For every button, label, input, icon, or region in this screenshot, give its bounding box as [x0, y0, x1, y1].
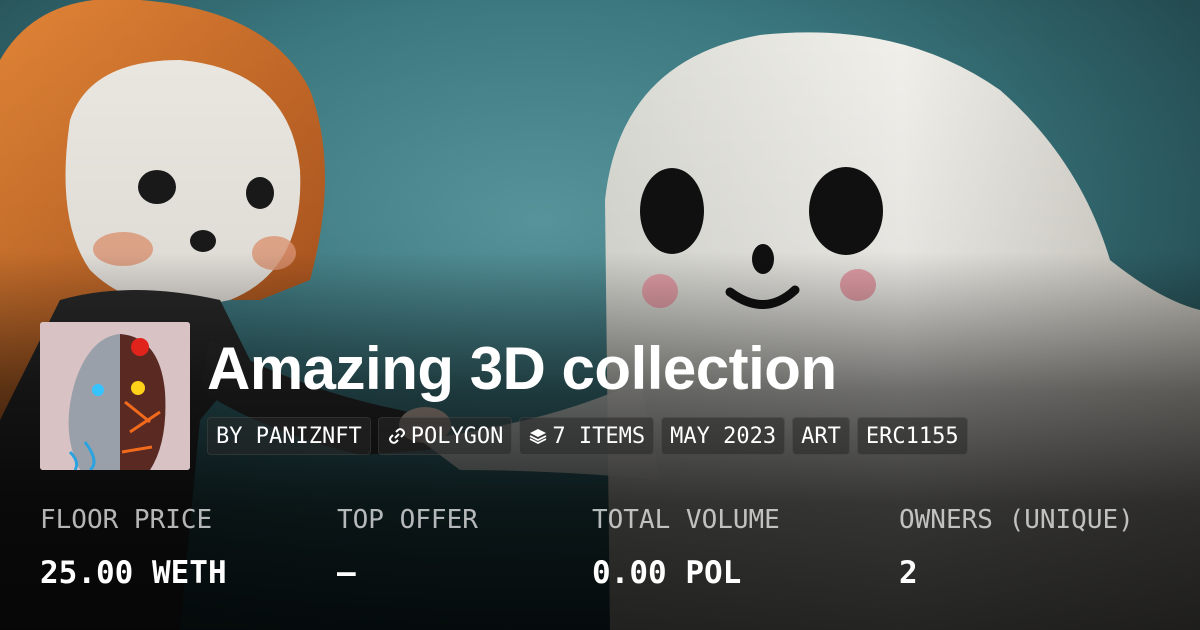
chain-link-icon: [388, 428, 405, 444]
collection-card: Amazing 3D collection BY PANIZNFT POLYGO…: [0, 0, 1200, 630]
stat-owners-value: 2: [899, 555, 918, 591]
stat-floor-price: FLOOR PRICE 25.00 WETH: [40, 505, 227, 591]
tag-chain[interactable]: POLYGON: [377, 417, 513, 455]
tag-items-label: 7 ITEMS: [552, 423, 646, 449]
tag-standard[interactable]: ERC1155: [856, 417, 968, 455]
stat-floor-price-value: 25.00 WETH: [40, 555, 227, 591]
collection-tags: BY PANIZNFT POLYGON 7 ITEMS MAY 2023 ART: [207, 417, 968, 455]
stat-total-volume: TOTAL VOLUME 0.00 POL: [592, 505, 780, 591]
tag-creator[interactable]: BY PANIZNFT: [207, 417, 371, 455]
tag-date-label: MAY 2023: [670, 423, 777, 449]
tag-category-label: ART: [801, 423, 841, 449]
collection-avatar[interactable]: [40, 322, 190, 470]
stat-top-offer: TOP OFFER –: [337, 505, 478, 591]
tag-items[interactable]: 7 ITEMS: [519, 417, 655, 455]
layers-icon: [530, 429, 547, 445]
tag-standard-label: ERC1155: [865, 423, 959, 449]
tag-date[interactable]: MAY 2023: [661, 417, 786, 455]
stat-owners: OWNERS (UNIQUE) 2: [899, 505, 1134, 591]
tag-creator-label: BY PANIZNFT: [216, 423, 362, 449]
stat-total-volume-value: 0.00 POL: [592, 555, 742, 591]
stat-floor-price-label: FLOOR PRICE: [40, 505, 213, 535]
stat-top-offer-value: –: [337, 555, 356, 591]
stat-total-volume-label: TOTAL VOLUME: [592, 505, 780, 535]
avatar-image: [40, 322, 190, 470]
stat-top-offer-label: TOP OFFER: [337, 505, 478, 535]
tag-chain-label: POLYGON: [410, 423, 504, 449]
stat-owners-label: OWNERS (UNIQUE): [899, 505, 1134, 535]
collection-title: Amazing 3D collection: [207, 335, 837, 402]
tag-category[interactable]: ART: [792, 417, 850, 455]
